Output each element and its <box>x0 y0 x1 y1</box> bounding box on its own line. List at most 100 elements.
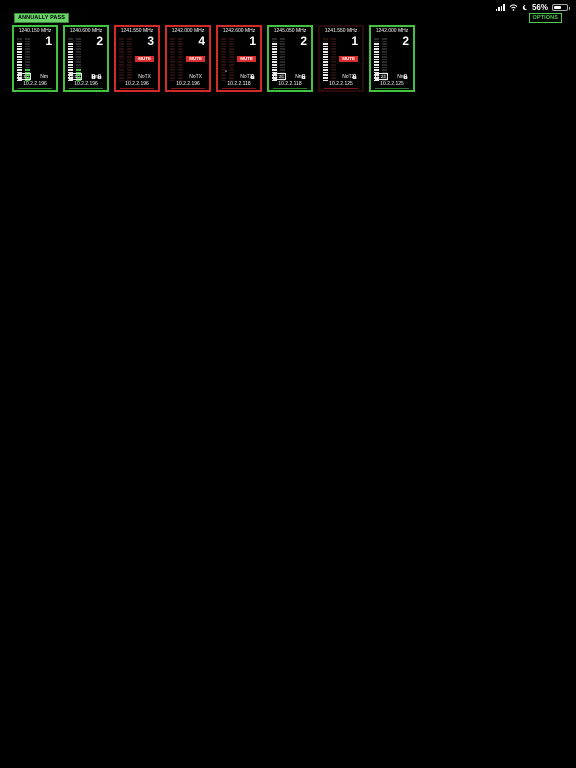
meter-segment <box>272 48 277 50</box>
meter-segment <box>178 45 183 48</box>
meter-segment <box>374 58 379 61</box>
meter-segment <box>280 48 285 50</box>
meter-segment <box>170 45 175 48</box>
meter-segment <box>170 63 175 66</box>
meter-segment <box>127 66 132 69</box>
rf-level-meter <box>323 38 328 82</box>
meter-segment <box>17 38 22 40</box>
meter-segment <box>17 61 22 63</box>
meter-segment <box>382 63 387 66</box>
meter-segment <box>127 71 132 74</box>
channel-card[interactable]: 1242.000 MHz 2 4:24 Nm 10.2.2.125 <box>369 25 415 92</box>
meter-segment <box>229 45 234 48</box>
meter-segment <box>68 66 73 69</box>
battery-percentage: 56% <box>531 2 548 12</box>
options-button[interactable]: OPTIONS <box>528 13 562 23</box>
card-divider <box>171 88 205 89</box>
meter-segment <box>119 71 124 74</box>
meter-segment <box>127 76 132 79</box>
channel-card[interactable]: 1242.000 MHz 4 MUTE NoTX 10.2.2.196 <box>165 25 211 92</box>
meter-segment <box>229 74 234 76</box>
channel-card[interactable]: 1240.600 MHz 2 5:00 Nm 10.2.2.196 <box>63 25 109 92</box>
meter-segment <box>25 66 30 69</box>
meter-segment <box>229 66 234 69</box>
meter-segment <box>221 66 226 69</box>
card-divider <box>69 88 103 89</box>
meter-segment <box>221 58 226 61</box>
meter-segment <box>374 43 379 45</box>
meter-segment <box>323 71 328 74</box>
meter-segment <box>323 43 328 45</box>
meter-segment <box>178 61 183 63</box>
meter-segment <box>17 66 22 69</box>
meter-segment <box>374 40 379 43</box>
meter-segment <box>221 56 226 58</box>
channel-number: 1 <box>351 34 358 48</box>
meter-segment <box>229 43 234 45</box>
meter-segment <box>178 58 183 61</box>
card-divider <box>120 88 154 89</box>
meter-segment <box>374 38 379 40</box>
meter-segment <box>25 48 30 50</box>
channel-card[interactable]: 1245.050 MHz 2 5:26 Nm 10.2.2.118 <box>267 25 313 92</box>
meter-segment <box>76 63 81 66</box>
channel-card[interactable]: 1242.600 MHz 1 MUTE - NoTX 10.2.2.118 <box>216 25 262 92</box>
meter-segment <box>119 61 124 63</box>
meter-segment <box>221 48 226 50</box>
meter-segment <box>374 61 379 63</box>
battery-runtime: 4:50 <box>18 73 31 80</box>
channel-card[interactable]: 1241.550 MHz 3 MUTE NoTX 10.2.2.196 <box>114 25 160 92</box>
signal-icon <box>495 3 505 11</box>
meter-segment <box>76 50 81 53</box>
meter-segment <box>68 69 73 71</box>
meter-segment <box>221 38 226 40</box>
meter-segment <box>280 63 285 66</box>
audio-level-meter <box>229 38 234 82</box>
channel-strip: 1240.150 MHz 1 4:50 Nm 10.2.2.196 1240.600 MH… <box>12 25 415 92</box>
meter-segment <box>323 56 328 58</box>
meter-segment <box>323 38 328 40</box>
meter-segment <box>272 66 277 69</box>
meter-segment <box>221 53 226 56</box>
channel-number: 4 <box>198 34 205 48</box>
meter-segment <box>25 43 30 45</box>
meter-segment <box>374 45 379 48</box>
ip-address: 10.2.2.125 <box>329 81 353 87</box>
meter-segment <box>76 61 81 63</box>
meter-segment <box>170 43 175 45</box>
meter-segment <box>170 69 175 71</box>
ip-address: 10.2.2.118 <box>227 81 251 87</box>
meter-segment <box>68 58 73 61</box>
meter-segment <box>229 50 234 53</box>
audio-level-meter <box>178 38 183 82</box>
meter-segment <box>280 50 285 53</box>
meter-segment <box>280 38 285 40</box>
meter-segment <box>76 40 81 43</box>
meter-segment <box>178 48 183 50</box>
meter-segment <box>76 56 81 58</box>
meter-segment <box>76 38 81 40</box>
meter-segment <box>170 38 175 40</box>
meter-segment <box>25 53 30 56</box>
meter-segment <box>374 50 379 53</box>
meter-segment <box>170 50 175 53</box>
channel-card[interactable]: 1240.150 MHz 1 4:50 Nm 10.2.2.196 <box>12 25 58 92</box>
ip-address: 10.2.2.196 <box>125 81 149 87</box>
meter-segment <box>229 38 234 40</box>
meter-segment <box>323 74 328 76</box>
status-bar: 56% <box>495 2 570 12</box>
meter-segment <box>68 63 73 66</box>
meter-segment <box>382 45 387 48</box>
meter-segment <box>272 63 277 66</box>
meter-segment <box>119 56 124 58</box>
meter-segment <box>17 43 22 45</box>
meter-segment <box>280 58 285 61</box>
moon-icon <box>522 4 528 10</box>
channel-card[interactable]: 1241.550 MHz 1 MUTE NoTX 10.2.2.125 <box>318 25 364 92</box>
meter-segment <box>17 56 22 58</box>
meter-segment <box>170 48 175 50</box>
meter-segment <box>323 61 328 63</box>
meter-segment <box>323 45 328 48</box>
meter-segment <box>331 48 336 50</box>
meter-segment <box>170 58 175 61</box>
